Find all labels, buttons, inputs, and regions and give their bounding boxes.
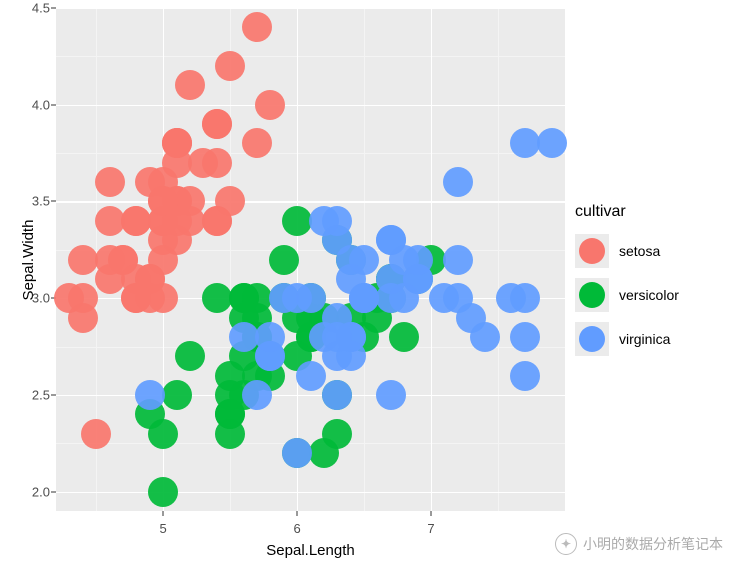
- x-tick-label: 7: [427, 521, 434, 536]
- y-tick-label: 4.5: [32, 1, 50, 16]
- data-point: [322, 419, 352, 449]
- legend-item-virginica: virginica: [575, 319, 725, 359]
- data-point: [148, 186, 178, 216]
- x-tick-label: 6: [293, 521, 300, 536]
- data-point: [376, 225, 406, 255]
- legend-key: [575, 234, 609, 268]
- x-tick-label: 5: [160, 521, 167, 536]
- data-point: [376, 380, 406, 410]
- data-point: [443, 283, 473, 313]
- y-tick-label: 2.0: [32, 484, 50, 499]
- data-point: [242, 380, 272, 410]
- data-point: [242, 12, 272, 42]
- data-point: [510, 361, 540, 391]
- y-axis: Sepal.Width 2.02.53.03.54.04.5: [0, 8, 56, 511]
- y-tick-label: 3.5: [32, 194, 50, 209]
- watermark-text: 小明的数据分析笔记本: [583, 534, 723, 554]
- data-point: [255, 90, 285, 120]
- data-point: [269, 283, 299, 313]
- data-point: [322, 380, 352, 410]
- data-point: [175, 341, 205, 371]
- data-point: [148, 419, 178, 449]
- data-point: [95, 245, 125, 275]
- data-point: [349, 283, 379, 313]
- legend-dot-icon: [579, 326, 605, 352]
- y-tick-label: 4.0: [32, 97, 50, 112]
- data-point: [95, 167, 125, 197]
- y-tick-label: 2.5: [32, 387, 50, 402]
- data-point: [242, 128, 272, 158]
- data-point: [282, 438, 312, 468]
- legend-item-versicolor: versicolor: [575, 275, 725, 315]
- data-point: [202, 109, 232, 139]
- y-tick-label: 3.0: [32, 291, 50, 306]
- data-point: [376, 283, 406, 313]
- x-axis: Sepal.Length 5 6 7: [56, 511, 565, 565]
- data-point: [510, 283, 540, 313]
- data-point: [148, 477, 178, 507]
- data-point: [68, 283, 98, 313]
- data-point: [309, 206, 339, 236]
- data-point: [229, 322, 259, 352]
- plot-area: [56, 8, 565, 511]
- legend: cultivar setosa versicolor virginica: [575, 203, 725, 363]
- data-point: [537, 128, 567, 158]
- legend-dot-icon: [579, 238, 605, 264]
- data-point: [443, 167, 473, 197]
- legend-label: versicolor: [619, 287, 679, 303]
- data-point: [296, 361, 326, 391]
- legend-label: setosa: [619, 243, 660, 259]
- data-point: [389, 322, 419, 352]
- data-point: [282, 206, 312, 236]
- data-point: [121, 206, 151, 236]
- data-point: [443, 245, 473, 275]
- legend-key: [575, 278, 609, 312]
- data-point: [162, 128, 192, 158]
- data-point: [68, 245, 98, 275]
- wechat-icon: ✦: [555, 533, 577, 555]
- legend-label: virginica: [619, 331, 670, 347]
- chart-container: Sepal.Width 2.0 2.5 3.0 3.5 4.0 4.5 Sepal.Len…: [0, 0, 733, 565]
- data-point: [148, 225, 178, 255]
- data-point: [175, 70, 205, 100]
- legend-title: cultivar: [575, 203, 725, 221]
- data-point: [269, 245, 299, 275]
- data-point: [255, 341, 285, 371]
- data-point: [510, 322, 540, 352]
- data-point: [81, 419, 111, 449]
- legend-dot-icon: [579, 282, 605, 308]
- data-point: [215, 51, 245, 81]
- data-point: [470, 322, 500, 352]
- watermark: ✦ 小明的数据分析笔记本: [555, 533, 723, 555]
- legend-item-setosa: setosa: [575, 231, 725, 271]
- data-point: [188, 148, 218, 178]
- data-point: [202, 283, 232, 313]
- data-point: [510, 128, 540, 158]
- x-axis-title: Sepal.Length: [266, 542, 354, 559]
- data-point: [322, 322, 352, 352]
- data-point: [95, 206, 125, 236]
- data-point: [162, 380, 192, 410]
- y-axis-title: Sepal.Width: [20, 219, 37, 300]
- legend-key: [575, 322, 609, 356]
- data-point: [215, 186, 245, 216]
- data-point: [121, 283, 151, 313]
- data-point: [135, 380, 165, 410]
